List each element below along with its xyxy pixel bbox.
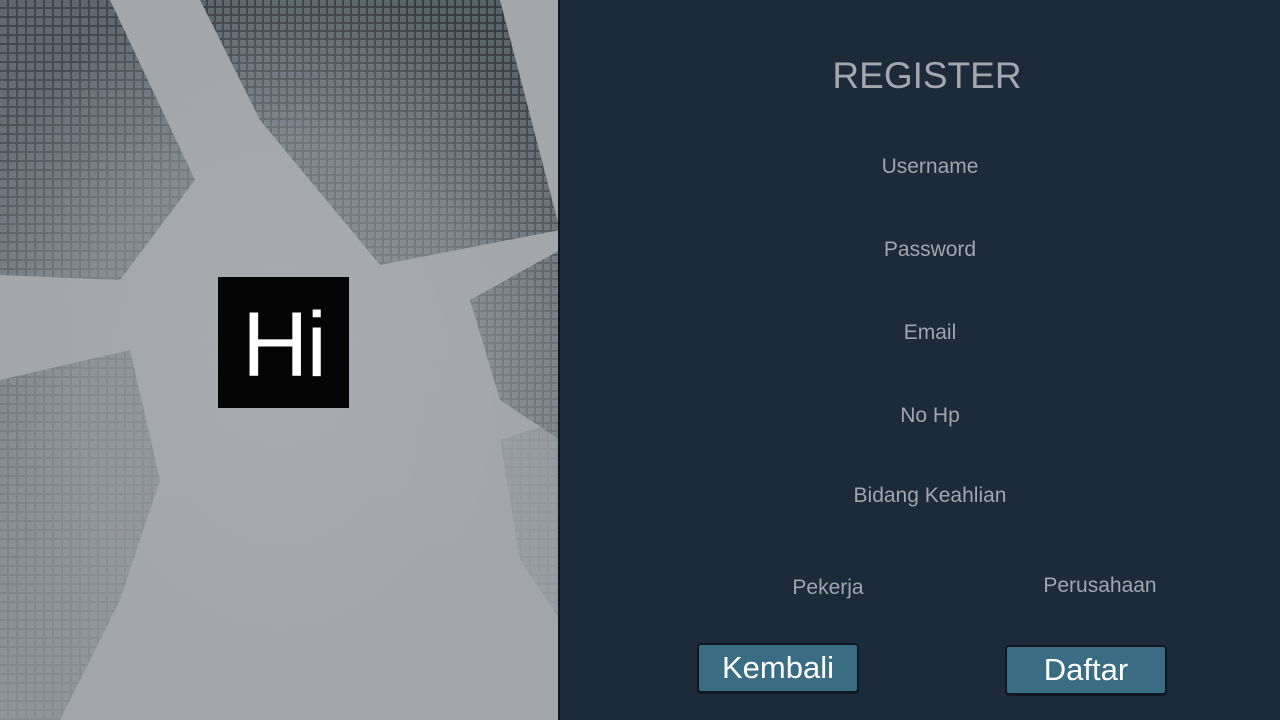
role-label-pekerja: Pekerja (792, 576, 864, 599)
back-button[interactable]: Kembali (697, 643, 859, 693)
back-button-label: Kembali (722, 650, 834, 685)
email-label: Email (903, 321, 957, 344)
logo: Hi (218, 277, 349, 408)
expertise-label: Bidang Keahlian (853, 484, 1007, 507)
password-label: Password (883, 238, 977, 261)
expertise-field[interactable]: Bidang Keahlian (810, 476, 1050, 516)
register-button-label: Daftar (1043, 652, 1129, 687)
email-field[interactable]: Email (810, 313, 1050, 353)
role-option-perusahaan[interactable]: Perusahaan (1010, 566, 1190, 606)
logo-text: Hi (242, 293, 327, 396)
role-label-perusahaan: Perusahaan (1043, 574, 1157, 597)
register-panel: REGISTER Username Password Email No Hp B… (560, 0, 1280, 720)
phone-field[interactable]: No Hp (810, 396, 1050, 436)
register-button[interactable]: Daftar (1005, 645, 1167, 695)
hero-image-panel: Hi (0, 0, 560, 720)
username-label: Username (881, 155, 979, 178)
page-title: REGISTER (832, 55, 1022, 96)
username-field[interactable]: Username (810, 147, 1050, 187)
role-option-pekerja[interactable]: Pekerja (738, 568, 918, 608)
phone-label: No Hp (900, 404, 960, 427)
password-field[interactable]: Password (810, 230, 1050, 270)
